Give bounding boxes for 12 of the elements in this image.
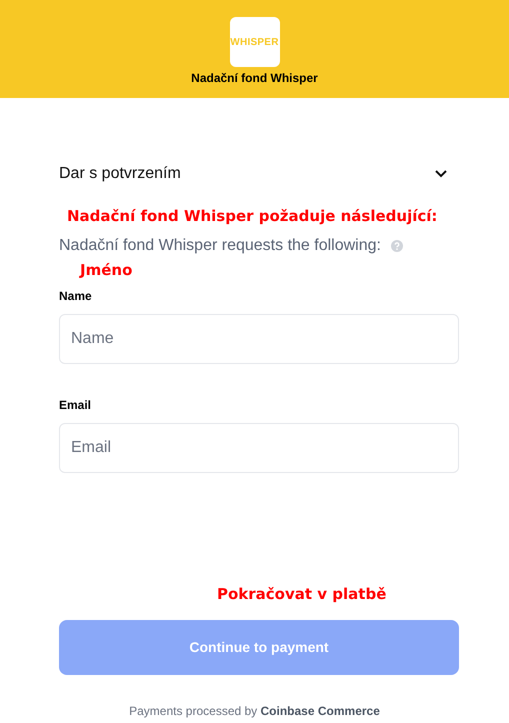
field-label: Email: [59, 397, 92, 414]
organization-name: Nadační fond Whisper: [191, 70, 318, 87]
translation-heading: Nadační fond Whisper požaduje následující:: [67, 209, 438, 224]
input-field[interactable]: Name: [59, 314, 459, 364]
translation-note: Pokračovat v platbě: [217, 587, 388, 602]
section-title: Dar s potvrzením: [59, 164, 181, 184]
request-text: Nadační fond Whisper requests the following:: [59, 238, 381, 254]
field-label: Name: [59, 288, 93, 305]
translation-note: Jméno: [80, 263, 134, 278]
input-field[interactable]: Email: [59, 423, 459, 473]
footer-text: Payments processed by Coinbase Commerce: [128, 703, 381, 720]
logo-text: WHISPER: [230, 36, 279, 50]
